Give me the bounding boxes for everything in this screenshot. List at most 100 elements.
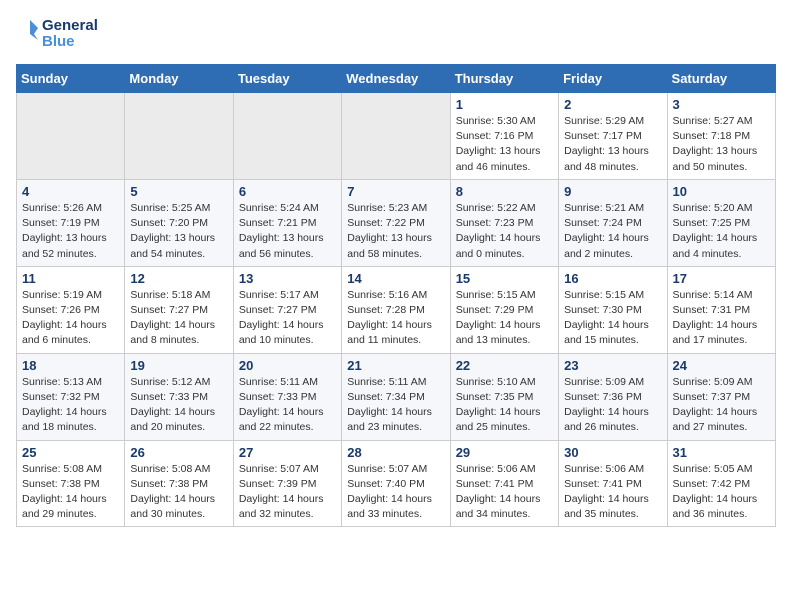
logo-wordmark: General Blue [42, 18, 98, 51]
calendar-cell: 8 Sunrise: 5:22 AM Sunset: 7:23 PM Daylig… [450, 179, 558, 266]
day-number: 6 [239, 184, 336, 199]
day-number: 2 [564, 97, 661, 112]
day-number: 25 [22, 445, 119, 460]
day-number: 4 [22, 184, 119, 199]
calendar-cell: 26 Sunrise: 5:08 AM Sunset: 7:38 PM Dayli… [125, 440, 233, 527]
day-number: 15 [456, 271, 553, 286]
day-number: 17 [673, 271, 770, 286]
weekday-header-friday: Friday [559, 65, 667, 93]
day-number: 30 [564, 445, 661, 460]
day-number: 29 [456, 445, 553, 460]
logo-general: General [42, 18, 98, 35]
day-info: Sunrise: 5:17 AM Sunset: 7:27 PM Dayligh… [239, 288, 336, 349]
page-header: General Blue [16, 16, 776, 52]
day-number: 13 [239, 271, 336, 286]
week-row-4: 18 Sunrise: 5:13 AM Sunset: 7:32 PM Dayli… [17, 353, 776, 440]
day-info: Sunrise: 5:13 AM Sunset: 7:32 PM Dayligh… [22, 375, 119, 436]
day-info: Sunrise: 5:23 AM Sunset: 7:22 PM Dayligh… [347, 201, 444, 262]
day-info: Sunrise: 5:15 AM Sunset: 7:29 PM Dayligh… [456, 288, 553, 349]
day-info: Sunrise: 5:29 AM Sunset: 7:17 PM Dayligh… [564, 114, 661, 175]
calendar-cell: 19 Sunrise: 5:12 AM Sunset: 7:33 PM Dayli… [125, 353, 233, 440]
calendar-cell: 20 Sunrise: 5:11 AM Sunset: 7:33 PM Dayli… [233, 353, 341, 440]
calendar-cell: 12Sunrise: 5:18 AM Sunset: 7:27 PM Dayli… [125, 266, 233, 353]
day-info: Sunrise: 5:27 AM Sunset: 7:18 PM Dayligh… [673, 114, 770, 175]
day-info: Sunrise: 5:07 AM Sunset: 7:39 PM Dayligh… [239, 462, 336, 523]
calendar-cell: 11 Sunrise: 5:19 AM Sunset: 7:26 PM Dayli… [17, 266, 125, 353]
logo-container: General Blue [16, 16, 98, 52]
day-info: Sunrise: 5:09 AM Sunset: 7:37 PM Dayligh… [673, 375, 770, 436]
day-info: Sunrise: 5:07 AM Sunset: 7:40 PM Dayligh… [347, 462, 444, 523]
day-info: Sunrise: 5:11 AM Sunset: 7:33 PM Dayligh… [239, 375, 336, 436]
day-info: Sunrise: 5:05 AM Sunset: 7:42 PM Dayligh… [673, 462, 770, 523]
day-info: Sunrise: 5:25 AM Sunset: 7:20 PM Dayligh… [130, 201, 227, 262]
calendar-cell: 25 Sunrise: 5:08 AM Sunset: 7:38 PM Dayli… [17, 440, 125, 527]
day-info: Sunrise: 5:06 AM Sunset: 7:41 PM Dayligh… [564, 462, 661, 523]
day-number: 14 [347, 271, 444, 286]
day-info: Sunrise: 5:12 AM Sunset: 7:33 PM Dayligh… [130, 375, 227, 436]
day-number: 26 [130, 445, 227, 460]
calendar-cell: 29 Sunrise: 5:06 AM Sunset: 7:41 PM Dayli… [450, 440, 558, 527]
calendar-cell: 13 Sunrise: 5:17 AM Sunset: 7:27 PM Dayli… [233, 266, 341, 353]
calendar-cell: 9 Sunrise: 5:21 AM Sunset: 7:24 PM Daylig… [559, 179, 667, 266]
day-number: 11 [22, 271, 119, 286]
weekday-header-row: SundayMondayTuesdayWednesdayThursdayFrid… [17, 65, 776, 93]
day-number: 8 [456, 184, 553, 199]
weekday-header-wednesday: Wednesday [342, 65, 450, 93]
calendar-cell: 17Sunrise: 5:14 AM Sunset: 7:31 PM Dayli… [667, 266, 775, 353]
week-row-3: 11 Sunrise: 5:19 AM Sunset: 7:26 PM Dayli… [17, 266, 776, 353]
week-row-2: 4 Sunrise: 5:26 AM Sunset: 7:19 PM Daylig… [17, 179, 776, 266]
day-info: Sunrise: 5:06 AM Sunset: 7:41 PM Dayligh… [456, 462, 553, 523]
calendar-cell: 6 Sunrise: 5:24 AM Sunset: 7:21 PM Daylig… [233, 179, 341, 266]
logo-blue: Blue [42, 34, 98, 51]
day-info: Sunrise: 5:22 AM Sunset: 7:23 PM Dayligh… [456, 201, 553, 262]
calendar-cell: 16Sunrise: 5:15 AM Sunset: 7:30 PM Dayli… [559, 266, 667, 353]
day-number: 22 [456, 358, 553, 373]
weekday-header-monday: Monday [125, 65, 233, 93]
calendar-cell [125, 93, 233, 180]
calendar-cell: 4 Sunrise: 5:26 AM Sunset: 7:19 PM Daylig… [17, 179, 125, 266]
calendar-cell: 14 Sunrise: 5:16 AM Sunset: 7:28 PM Dayli… [342, 266, 450, 353]
day-number: 24 [673, 358, 770, 373]
day-info: Sunrise: 5:21 AM Sunset: 7:24 PM Dayligh… [564, 201, 661, 262]
calendar-cell [17, 93, 125, 180]
calendar-cell: 30 Sunrise: 5:06 AM Sunset: 7:41 PM Dayli… [559, 440, 667, 527]
day-number: 12 [130, 271, 227, 286]
day-number: 5 [130, 184, 227, 199]
calendar-cell: 2 Sunrise: 5:29 AM Sunset: 7:17 PM Daylig… [559, 93, 667, 180]
day-info: Sunrise: 5:08 AM Sunset: 7:38 PM Dayligh… [130, 462, 227, 523]
day-number: 7 [347, 184, 444, 199]
calendar-cell: 1Sunrise: 5:30 AM Sunset: 7:16 PM Daylig… [450, 93, 558, 180]
day-info: Sunrise: 5:09 AM Sunset: 7:36 PM Dayligh… [564, 375, 661, 436]
day-number: 31 [673, 445, 770, 460]
day-info: Sunrise: 5:19 AM Sunset: 7:26 PM Dayligh… [22, 288, 119, 349]
day-number: 20 [239, 358, 336, 373]
logo-icon [16, 16, 40, 52]
day-number: 19 [130, 358, 227, 373]
calendar-cell: 18 Sunrise: 5:13 AM Sunset: 7:32 PM Dayli… [17, 353, 125, 440]
calendar-cell: 23Sunrise: 5:09 AM Sunset: 7:36 PM Dayli… [559, 353, 667, 440]
day-info: Sunrise: 5:08 AM Sunset: 7:38 PM Dayligh… [22, 462, 119, 523]
weekday-header-sunday: Sunday [17, 65, 125, 93]
weekday-header-thursday: Thursday [450, 65, 558, 93]
calendar-cell: 7 Sunrise: 5:23 AM Sunset: 7:22 PM Daylig… [342, 179, 450, 266]
day-info: Sunrise: 5:16 AM Sunset: 7:28 PM Dayligh… [347, 288, 444, 349]
day-info: Sunrise: 5:10 AM Sunset: 7:35 PM Dayligh… [456, 375, 553, 436]
day-info: Sunrise: 5:24 AM Sunset: 7:21 PM Dayligh… [239, 201, 336, 262]
day-number: 1 [456, 97, 553, 112]
day-info: Sunrise: 5:11 AM Sunset: 7:34 PM Dayligh… [347, 375, 444, 436]
calendar-cell [233, 93, 341, 180]
day-number: 21 [347, 358, 444, 373]
weekday-header-saturday: Saturday [667, 65, 775, 93]
day-number: 10 [673, 184, 770, 199]
calendar-cell [342, 93, 450, 180]
day-number: 28 [347, 445, 444, 460]
calendar-cell: 5 Sunrise: 5:25 AM Sunset: 7:20 PM Daylig… [125, 179, 233, 266]
weekday-header-tuesday: Tuesday [233, 65, 341, 93]
day-info: Sunrise: 5:26 AM Sunset: 7:19 PM Dayligh… [22, 201, 119, 262]
week-row-5: 25 Sunrise: 5:08 AM Sunset: 7:38 PM Dayli… [17, 440, 776, 527]
day-number: 9 [564, 184, 661, 199]
day-info: Sunrise: 5:15 AM Sunset: 7:30 PM Dayligh… [564, 288, 661, 349]
day-number: 18 [22, 358, 119, 373]
calendar-cell: 27Sunrise: 5:07 AM Sunset: 7:39 PM Dayli… [233, 440, 341, 527]
calendar-cell: 28 Sunrise: 5:07 AM Sunset: 7:40 PM Dayli… [342, 440, 450, 527]
